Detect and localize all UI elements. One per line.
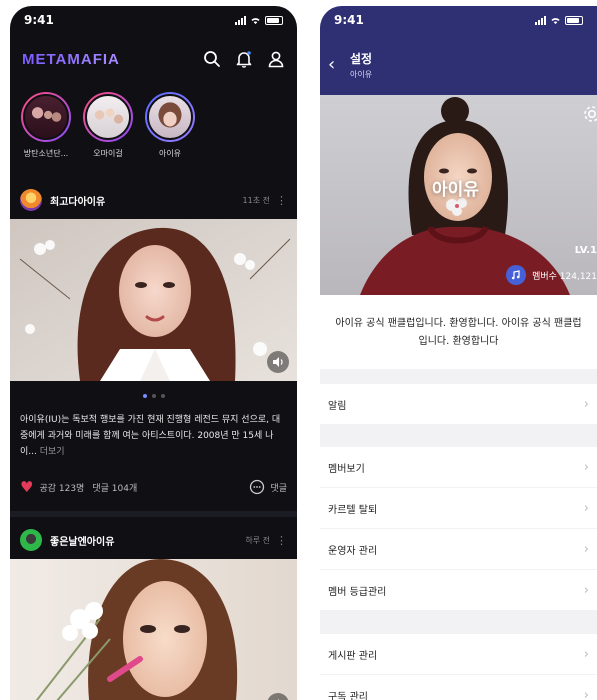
menu-label: 게시판 관리 bbox=[328, 650, 378, 662]
menu-label: 카르텔 탈퇴 bbox=[328, 504, 378, 516]
story-item[interactable]: 방탄소년단... bbox=[18, 92, 74, 159]
carousel-dot[interactable] bbox=[142, 394, 147, 398]
story-name: 방탄소년단... bbox=[23, 149, 69, 158]
avatar[interactable] bbox=[20, 529, 42, 551]
menu-admin[interactable]: 운영자 관리 › bbox=[320, 529, 597, 569]
sound-icon[interactable] bbox=[267, 351, 289, 373]
signal-icon bbox=[535, 15, 546, 25]
search-icon[interactable] bbox=[203, 50, 221, 68]
gear-icon[interactable] bbox=[581, 103, 597, 125]
wifi-icon bbox=[251, 17, 260, 24]
comment-icon bbox=[250, 479, 265, 495]
battery-icon bbox=[565, 15, 583, 25]
status-bar: 9:41 bbox=[10, 6, 297, 34]
chevron-right-icon: › bbox=[583, 459, 589, 475]
story-name: 아이유 bbox=[158, 149, 182, 158]
avatar[interactable] bbox=[20, 189, 42, 211]
story-avatar bbox=[147, 94, 193, 140]
level-badge: LV.1 bbox=[574, 245, 597, 256]
status-time: 9:41 bbox=[24, 13, 54, 27]
post-header: 좋은날엔아이유 하루 전 ⋮ bbox=[10, 526, 297, 554]
story-avatar bbox=[23, 94, 69, 140]
menu-label: 알림 bbox=[328, 400, 347, 412]
menu-alarm[interactable]: 알림 › bbox=[320, 384, 597, 424]
chevron-right-icon: › bbox=[583, 396, 589, 412]
story-name: 오마이걸 bbox=[93, 149, 123, 158]
post-image[interactable] bbox=[10, 219, 297, 381]
chevron-right-icon: › bbox=[583, 687, 589, 700]
member-count-label: 멤버수 124,121 bbox=[532, 271, 597, 282]
menu-label: 구독 관리 bbox=[328, 691, 368, 700]
more-icon[interactable]: ⋮ bbox=[276, 194, 287, 207]
member-count: 멤버수 124,121 bbox=[506, 265, 597, 285]
post-username[interactable]: 최고다아이유 bbox=[50, 193, 105, 208]
menu-label: 멤버 등급관리 bbox=[328, 586, 387, 598]
top-bar: METAMAFIA bbox=[10, 42, 297, 76]
chevron-right-icon: › bbox=[583, 582, 589, 598]
bell-icon[interactable] bbox=[235, 50, 253, 68]
carousel-dot[interactable] bbox=[160, 394, 165, 398]
page-title: 설정 bbox=[350, 52, 373, 66]
story-item[interactable]: 아이유 bbox=[142, 92, 198, 159]
music-icon bbox=[506, 265, 527, 285]
like-count: 공감 123명 bbox=[39, 483, 85, 494]
status-time: 9:41 bbox=[334, 13, 364, 27]
app-logo: METAMAFIA bbox=[22, 50, 120, 68]
carousel-dot[interactable] bbox=[151, 394, 156, 398]
settings-header: 9:41 ‹ 설정 아이유 bbox=[320, 6, 597, 95]
menu-label: 멤버보기 bbox=[328, 463, 365, 475]
page-subtitle: 아이유 bbox=[350, 70, 373, 79]
menu-leave[interactable]: 카르텔 탈퇴 › bbox=[320, 488, 597, 528]
post-photo bbox=[10, 219, 297, 381]
story-item[interactable]: 오마이걸 bbox=[80, 92, 136, 159]
menu-board[interactable]: 게시판 관리 › bbox=[320, 634, 597, 674]
post-photo bbox=[10, 559, 297, 700]
chevron-right-icon: › bbox=[583, 646, 589, 662]
chevron-right-icon: › bbox=[583, 500, 589, 516]
post-image[interactable] bbox=[10, 559, 297, 700]
wifi-icon bbox=[551, 17, 560, 24]
feed-screen: 9:41 METAMAFIA 방탄소년단... 오마이걸 아이유 최고다아이유 … bbox=[10, 6, 297, 700]
more-link[interactable]: 더보기 bbox=[40, 447, 65, 457]
post-caption: 아이유(IU)는 독보적 행보를 가진 현재 진행형 레전드 뮤지 선으로, 대… bbox=[20, 415, 281, 457]
battery-icon bbox=[265, 15, 283, 25]
settings-screen: 9:41 ‹ 설정 아이유 아이유 LV.1 멤버수 124,121 아이유 공… bbox=[320, 6, 597, 700]
comment-count: 댓글 104개 bbox=[92, 483, 138, 494]
story-avatar bbox=[85, 94, 131, 140]
post-header: 최고다아이유 11초 전 ⋮ bbox=[10, 186, 297, 214]
divider bbox=[10, 511, 297, 517]
menu-label: 운영자 관리 bbox=[328, 545, 378, 557]
carousel-dots bbox=[10, 394, 297, 398]
comment-label: 댓글 bbox=[270, 483, 287, 494]
more-icon[interactable]: ⋮ bbox=[276, 534, 287, 547]
menu-grade[interactable]: 멤버 등급관리 › bbox=[320, 570, 597, 610]
post-reactions: ♥ 공감 123명 댓글 104개 댓글 bbox=[20, 478, 287, 496]
cover-image: 아이유 LV.1 멤버수 124,121 bbox=[320, 95, 597, 295]
club-intro: 아이유 공식 팬클럽입니다. 환영합니다. 아이유 공식 팬클럽입니다. 환영합… bbox=[320, 295, 597, 369]
heart-icon[interactable]: ♥ bbox=[20, 478, 33, 496]
person-icon[interactable] bbox=[267, 50, 285, 68]
status-bar: 9:41 bbox=[320, 6, 597, 34]
back-chevron-icon[interactable]: ‹ bbox=[328, 54, 335, 75]
signal-icon bbox=[235, 15, 246, 25]
post-time: 11초 전 bbox=[242, 195, 270, 205]
story-list: 방탄소년단... 오마이걸 아이유 bbox=[18, 92, 198, 159]
menu-members-view[interactable]: 멤버보기 › bbox=[320, 447, 597, 487]
cover-name: 아이유 bbox=[432, 180, 479, 200]
post-username[interactable]: 좋은날엔아이유 bbox=[50, 533, 114, 548]
chevron-right-icon: › bbox=[583, 541, 589, 557]
menu-subscribe[interactable]: 구독 관리 › bbox=[320, 675, 597, 700]
post-time: 하루 전 bbox=[245, 535, 270, 545]
comment-button[interactable]: 댓글 bbox=[249, 479, 287, 495]
